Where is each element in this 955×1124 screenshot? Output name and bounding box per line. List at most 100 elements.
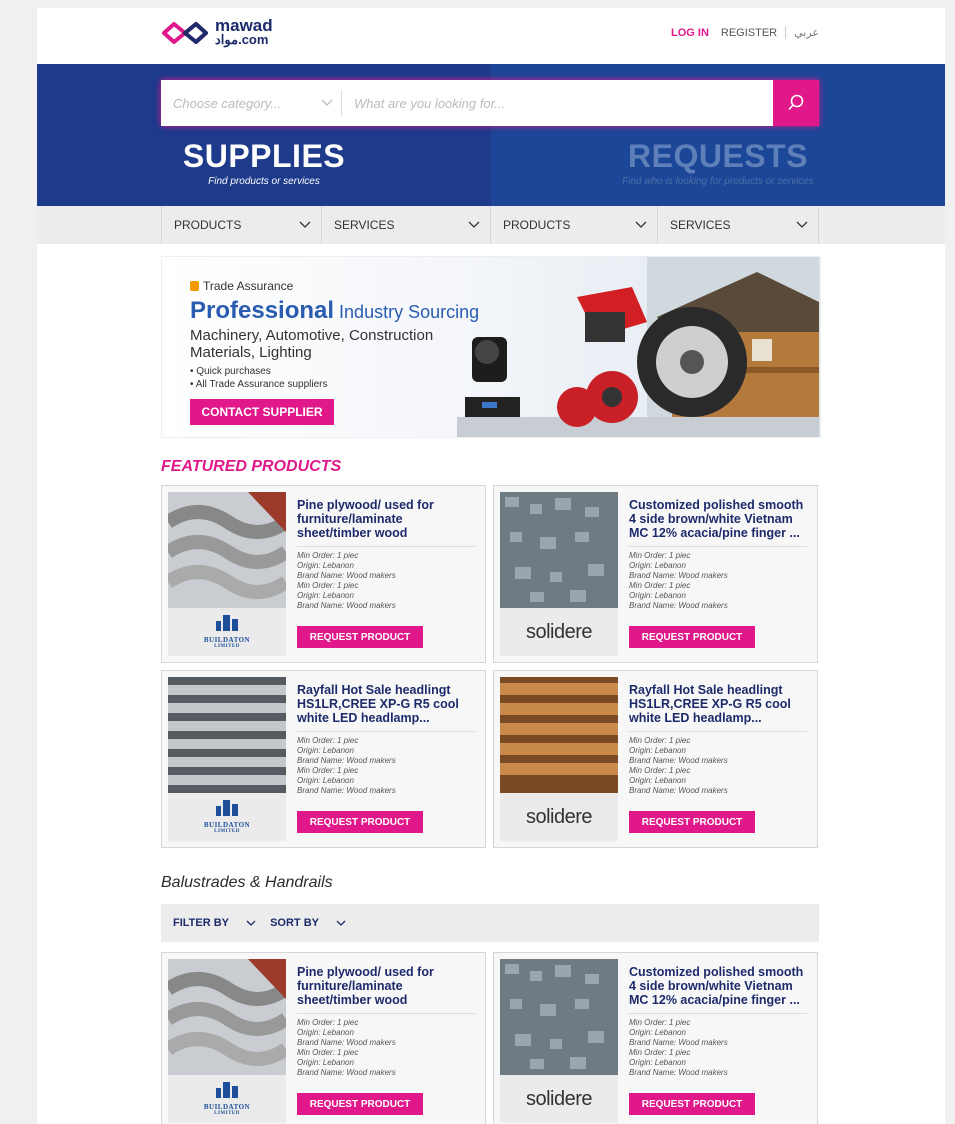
product-specs: Min Order: 1 piec Origin: Lebanon Brand Na…	[629, 546, 807, 611]
request-product-button[interactable]: REQUEST PRODUCT	[629, 811, 755, 833]
brand-logo: BUILDATON LIMITED	[168, 793, 286, 841]
login-link[interactable]: LOG IN	[671, 27, 709, 39]
request-product-button[interactable]: REQUEST PRODUCT	[297, 1093, 423, 1115]
shield-icon	[190, 281, 199, 291]
category-nav: PRODUCTS SERVICES PRODUCTS SERVICES	[37, 206, 945, 244]
tab-supplies[interactable]: SUPPLIES Find products or services	[37, 138, 491, 187]
brand-name: solidere	[525, 620, 593, 643]
logo-text: mawad	[215, 16, 273, 35]
nav-label: SERVICES	[334, 218, 395, 232]
product-image	[168, 959, 286, 1075]
spec-line: Brand Name: Wood makers	[629, 786, 728, 795]
banner-bullet: • All Trade Assurance suppliers	[190, 379, 328, 390]
brand-logo: solidere	[500, 793, 618, 841]
nav-label: SERVICES	[670, 218, 731, 232]
brand-name: BUILDATON	[203, 636, 251, 644]
spec-line: Origin: Lebanon	[629, 1028, 686, 1037]
product-title[interactable]: Pine plywood/ used for furniture/laminat…	[297, 498, 475, 540]
spec-line: Min Order: 1 piec	[297, 1048, 359, 1057]
search-icon	[788, 94, 804, 111]
spec-line: Brand Name: Wood makers	[297, 756, 396, 765]
product-card[interactable]: solidere Rayfall Hot Sale headlingt HS1L…	[493, 670, 818, 848]
chevron-down-icon	[468, 221, 480, 228]
product-title[interactable]: Pine plywood/ used for furniture/laminat…	[297, 965, 475, 1007]
spec-line: Min Order: 1 piec	[297, 766, 359, 775]
spec-line: Origin: Lebanon	[297, 746, 354, 755]
brand-name: solidere	[525, 1087, 593, 1110]
spec-line: Min Order: 1 piec	[629, 551, 691, 560]
category-placeholder: Choose category...	[173, 95, 282, 111]
product-specs: Min Order: 1 piec Origin: Lebanon Brand Na…	[297, 731, 475, 796]
spec-line: Origin: Lebanon	[297, 561, 354, 570]
building-icon	[215, 615, 238, 631]
brand-logo: solidere	[500, 608, 618, 656]
brand-name: BUILDATON	[203, 1103, 251, 1111]
product-title[interactable]: Rayfall Hot Sale headlingt HS1LR,CREE XP…	[629, 683, 807, 725]
brand-sub: LIMITED	[214, 644, 240, 649]
filter-bar: FILTER BY SORT BY	[161, 904, 819, 942]
sort-by-label: SORT BY	[270, 917, 319, 929]
search-input[interactable]: What are you looking for...	[342, 96, 773, 111]
product-card[interactable]: solidere Customized polished smooth 4 si…	[493, 485, 818, 663]
tab-requests[interactable]: REQUESTS Find who is looking for product…	[491, 138, 945, 187]
building-icon	[215, 800, 238, 816]
chevron-down-icon	[299, 221, 311, 228]
product-specs: Min Order: 1 piec Origin: Lebanon Brand Na…	[297, 546, 475, 611]
category-select[interactable]: Choose category...	[161, 90, 342, 116]
page: mawad مواد.com LOG IN REGISTER عربي Choo…	[37, 8, 945, 1124]
spec-line: Origin: Lebanon	[297, 591, 354, 600]
chevron-down-icon	[635, 221, 647, 228]
banner-heading: Professional Industry Sourcing	[190, 297, 479, 325]
spec-line: Min Order: 1 piec	[629, 766, 691, 775]
filter-by-dropdown[interactable]: FILTER BY	[173, 917, 256, 929]
register-link[interactable]: REGISTER	[721, 27, 777, 39]
brand-logo: BUILDATON LIMITED	[168, 1075, 286, 1123]
product-image	[500, 492, 618, 608]
nav-label: PRODUCTS	[174, 218, 242, 232]
spec-line: Brand Name: Wood makers	[629, 1068, 728, 1077]
spec-line: Brand Name: Wood makers	[629, 756, 728, 765]
product-card[interactable]: solidere Customized polished smooth 4 si…	[493, 952, 818, 1124]
product-title[interactable]: Customized polished smooth 4 side brown/…	[629, 965, 807, 1007]
spec-line: Min Order: 1 piec	[629, 1018, 691, 1027]
listing-title: Balustrades & Handrails	[161, 874, 333, 891]
product-title[interactable]: Rayfall Hot Sale headlingt HS1LR,CREE XP…	[297, 683, 475, 725]
spec-line: Brand Name: Wood makers	[297, 601, 396, 610]
product-card[interactable]: BUILDATON LIMITED Pine plywood/ used for …	[161, 952, 486, 1124]
trade-assurance-text: Trade Assurance	[203, 279, 294, 293]
banner-heading-bold: Professional	[190, 297, 335, 324]
logo[interactable]: mawad مواد.com	[161, 16, 273, 50]
promo-banner[interactable]: Trade Assurance Professional Industry So…	[161, 256, 821, 438]
request-product-button[interactable]: REQUEST PRODUCT	[629, 1093, 755, 1115]
spec-line: Brand Name: Wood makers	[629, 571, 728, 580]
spec-line: Brand Name: Wood makers	[297, 571, 396, 580]
trade-assurance-label: Trade Assurance	[190, 279, 293, 293]
request-product-button[interactable]: REQUEST PRODUCT	[629, 626, 755, 648]
spec-line: Min Order: 1 piec	[297, 1018, 359, 1027]
search-button[interactable]	[773, 80, 819, 126]
product-card[interactable]: BUILDATON LIMITED Pine plywood/ used for …	[161, 485, 486, 663]
supplies-products-dropdown[interactable]: PRODUCTS	[161, 206, 322, 244]
search-bar: Choose category... What are you looking …	[161, 80, 819, 126]
banner-subheading: Machinery, Automotive, Construction Mate…	[190, 327, 434, 361]
request-product-button[interactable]: REQUEST PRODUCT	[297, 626, 423, 648]
request-product-button[interactable]: REQUEST PRODUCT	[297, 811, 423, 833]
sort-by-dropdown[interactable]: SORT BY	[270, 917, 346, 929]
spec-line: Origin: Lebanon	[629, 746, 686, 755]
product-image	[500, 677, 618, 793]
chevron-down-icon	[246, 920, 256, 926]
requests-services-dropdown[interactable]: SERVICES	[658, 206, 819, 244]
contact-supplier-button[interactable]: CONTACT SUPPLIER	[190, 399, 334, 425]
language-switch[interactable]: عربي	[785, 26, 819, 39]
filter-by-label: FILTER BY	[173, 917, 230, 929]
spec-line: Origin: Lebanon	[629, 591, 686, 600]
product-title[interactable]: Customized polished smooth 4 side brown/…	[629, 498, 807, 540]
requests-products-dropdown[interactable]: PRODUCTS	[491, 206, 658, 244]
product-card[interactable]: BUILDATON LIMITED Rayfall Hot Sale headli…	[161, 670, 486, 848]
spec-line: Min Order: 1 piec	[629, 1048, 691, 1057]
spec-line: Brand Name: Wood makers	[629, 601, 728, 610]
logo-mark-icon	[162, 22, 208, 44]
product-specs: Min Order: 1 piec Origin: Lebanon Brand Na…	[629, 731, 807, 796]
supplies-services-dropdown[interactable]: SERVICES	[322, 206, 491, 244]
requests-subtitle: Find who is looking for products or serv…	[622, 176, 814, 187]
